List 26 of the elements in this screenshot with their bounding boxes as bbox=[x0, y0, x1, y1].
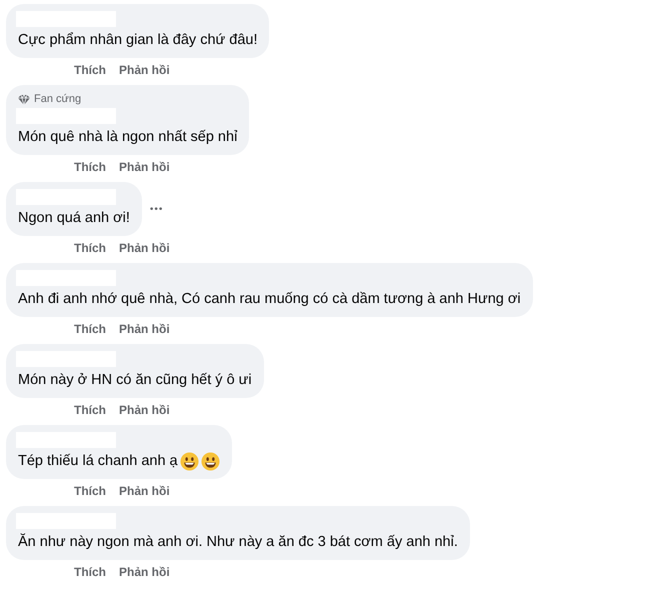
comment-text: Cực phẩm nhân gian là đây chứ đâu! bbox=[18, 31, 258, 50]
badge-label: Fan cứng bbox=[34, 92, 82, 106]
smiley-icon bbox=[180, 452, 199, 470]
diamond-icon bbox=[18, 94, 30, 104]
reply-link[interactable]: Phản hồi bbox=[119, 402, 170, 418]
comment-text: Ngon quá anh ơi! bbox=[18, 209, 130, 228]
comment-text: Anh đi anh nhớ quê nhà, Có canh rau muống có cà dầm tương à anh Hưng ơi bbox=[18, 290, 521, 309]
like-link[interactable]: Thích bbox=[74, 483, 106, 499]
reply-link[interactable]: Phản hồi bbox=[119, 62, 170, 78]
reply-link[interactable]: Phản hồi bbox=[119, 240, 170, 256]
reply-link[interactable]: Phản hồi bbox=[119, 321, 170, 337]
reply-link[interactable]: Phản hồi bbox=[119, 159, 170, 175]
smiley-icon bbox=[200, 452, 220, 470]
comment-text: Ăn như này ngon mà anh ơi. Như này a ăn đc 3 bát cơm ấy anh nhỉ. bbox=[18, 532, 458, 552]
like-link[interactable]: Thích bbox=[74, 62, 106, 78]
reply-link[interactable]: Phản hồi bbox=[119, 564, 170, 580]
more-options-button[interactable]: ••• bbox=[142, 202, 172, 216]
like-link[interactable]: Thích bbox=[74, 402, 106, 418]
comment-text: Món quê nhà là ngon nhất sếp nhỉ bbox=[18, 128, 238, 147]
comment-text: Tép thiếu lá chanh anh ạ bbox=[18, 452, 178, 471]
reply-link[interactable]: Phản hồi bbox=[119, 483, 170, 499]
like-link[interactable]: Thích bbox=[74, 321, 106, 337]
like-link[interactable]: Thích bbox=[74, 564, 106, 580]
comment-text: Món này ở HN có ăn cũng hết ý ô ưi bbox=[18, 371, 252, 390]
like-link[interactable]: Thích bbox=[74, 240, 106, 256]
like-link[interactable]: Thích bbox=[74, 159, 106, 175]
